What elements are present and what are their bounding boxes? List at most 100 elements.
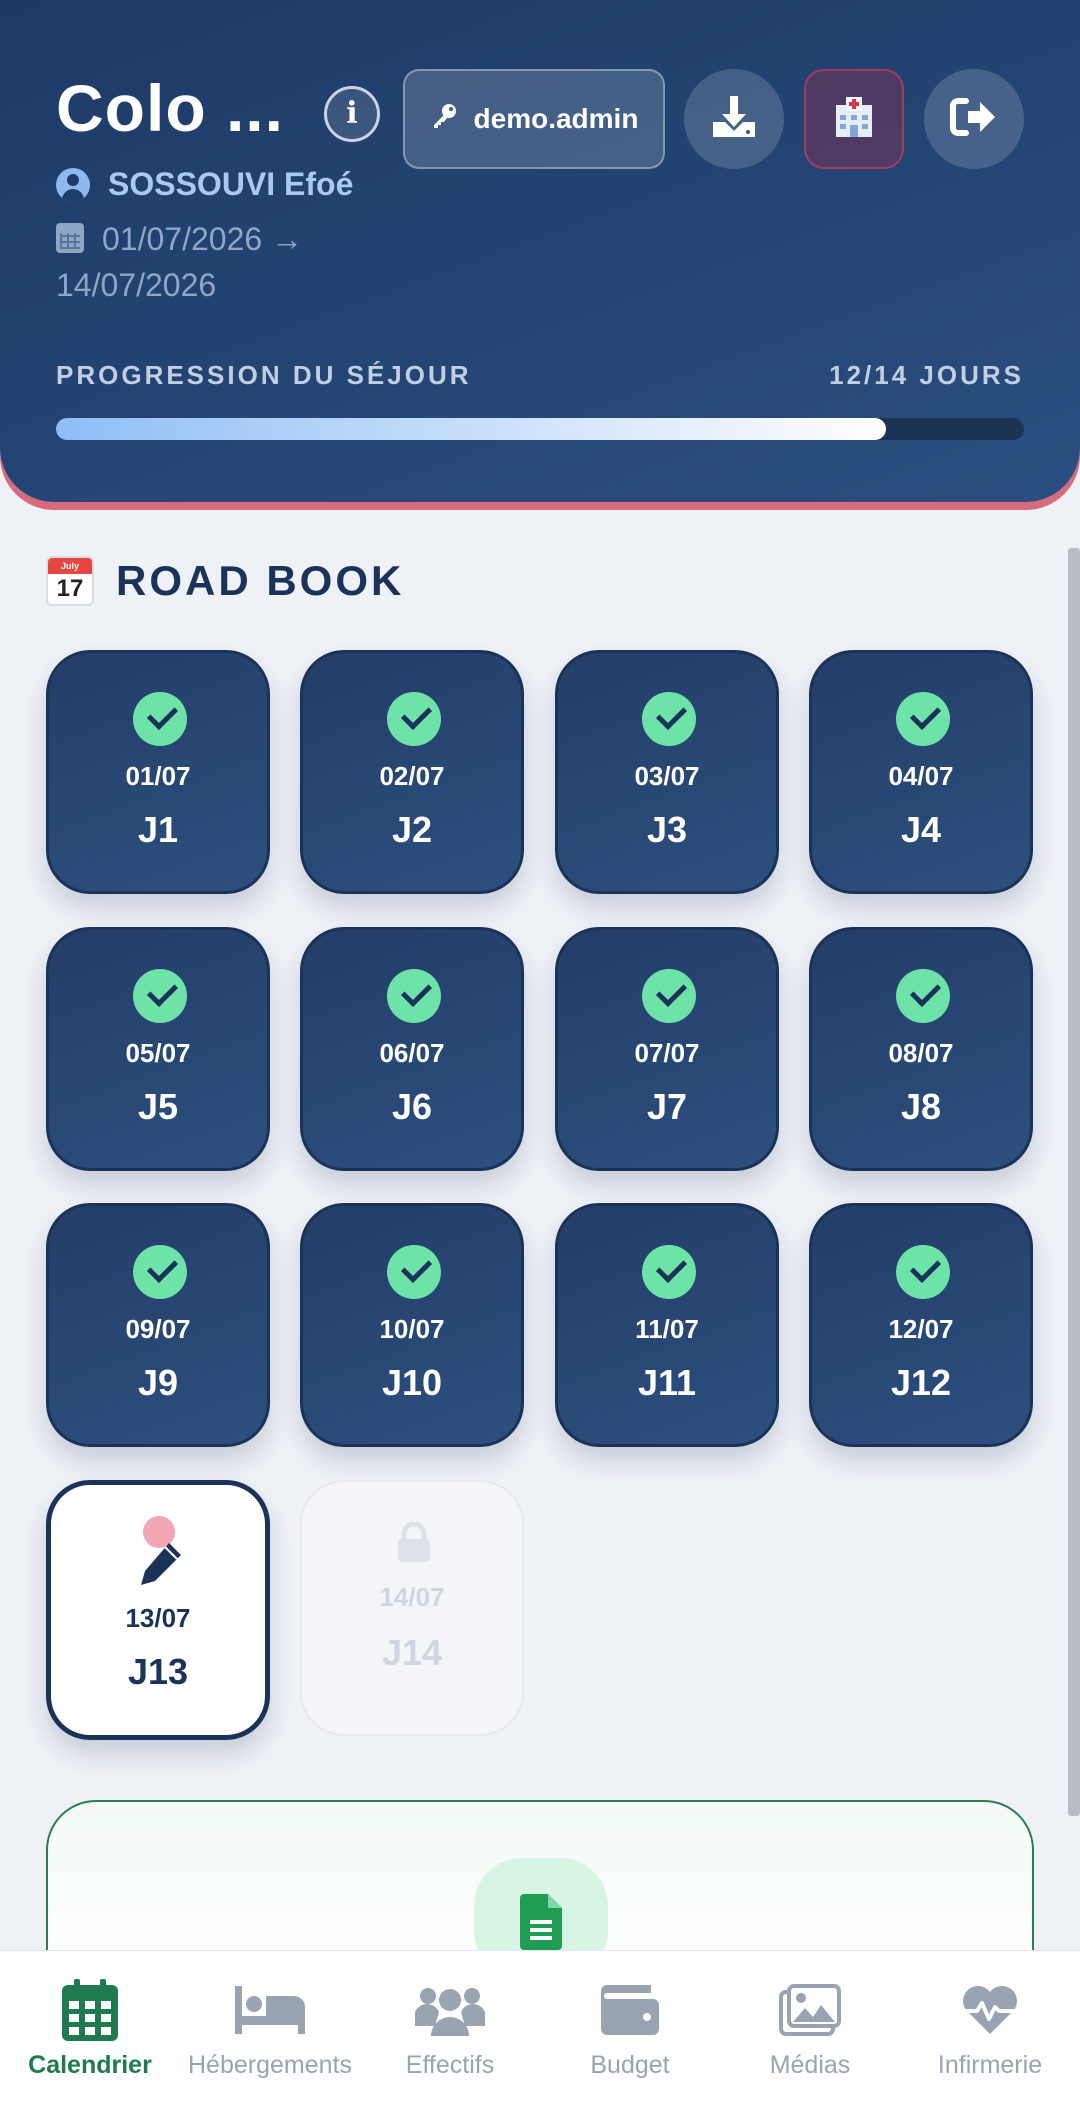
wallet-icon: [601, 1979, 659, 2041]
infirmary-shortcut-button[interactable]: [804, 69, 904, 169]
nav-budget[interactable]: Budget: [540, 1951, 720, 2113]
check-circle-icon: [133, 1245, 187, 1299]
day-label: J3: [646, 809, 688, 850]
check-circle-icon: [896, 969, 950, 1023]
admin-account-button[interactable]: demo.admin: [403, 69, 665, 169]
day-date: 10/07: [379, 1314, 445, 1344]
day-date: 07/07: [634, 1038, 700, 1068]
bottom-navigation: Calendrier Hébergements Effectifs Budget…: [0, 1950, 1080, 2113]
nav-calendrier[interactable]: Calendrier: [0, 1951, 180, 2113]
download-icon: [710, 94, 758, 145]
road-book-heading: July 17 ROAD BOOK: [46, 556, 404, 606]
progress-bar: [56, 418, 1024, 440]
progress-days: 12/14 JOURS: [829, 360, 1024, 390]
day-label: J13: [127, 1651, 189, 1692]
check-circle-icon: [642, 969, 696, 1023]
day-label: J4: [900, 809, 942, 850]
day-label: J10: [381, 1362, 443, 1403]
day-date: 13/07: [125, 1603, 191, 1633]
users-icon: [415, 1979, 485, 2041]
check-circle-icon: [387, 692, 441, 746]
nav-label: Calendrier: [28, 2051, 152, 2079]
date-start: 01/07/2026 →: [102, 221, 304, 257]
day-card-j6[interactable]: 06/07 J6: [300, 927, 524, 1171]
bed-icon: [235, 1979, 305, 2041]
check-circle-icon: [896, 692, 950, 746]
day-date: 05/07: [125, 1038, 191, 1068]
check-circle-icon: [133, 969, 187, 1023]
day-date: 03/07: [634, 761, 700, 791]
user-name: SOSSOUVI Efoé: [108, 166, 354, 202]
day-date: 01/07: [125, 761, 191, 791]
day-date: 06/07: [379, 1038, 445, 1068]
user-circle-icon: [56, 167, 90, 202]
day-card-j2[interactable]: 02/07 J2: [300, 650, 524, 894]
day-card-j14: 14/07 J14: [300, 1480, 524, 1736]
nav-label: Budget: [590, 2051, 670, 2079]
current-user: SOSSOUVI Efoé: [56, 166, 353, 203]
progress-bar-fill: [56, 418, 886, 440]
lock-icon: [396, 1521, 432, 1567]
check-circle-icon: [133, 692, 187, 746]
section-title: ROAD BOOK: [116, 557, 405, 604]
day-card-j3[interactable]: 03/07 J3: [555, 650, 779, 894]
date-end: 14/07/2026: [56, 267, 217, 303]
day-date: 04/07: [888, 761, 954, 791]
day-card-j12[interactable]: 12/07 J12: [809, 1203, 1033, 1447]
day-label: J7: [646, 1086, 688, 1127]
day-card-j11[interactable]: 11/07 J11: [555, 1203, 779, 1447]
day-label: J14: [381, 1632, 443, 1673]
logout-icon: [950, 97, 998, 142]
day-date: 08/07: [888, 1038, 954, 1068]
calendar-icon: [62, 1979, 118, 2041]
check-circle-icon: [896, 1245, 950, 1299]
day-card-j10[interactable]: 10/07 J10: [300, 1203, 524, 1447]
nav-medias[interactable]: Médias: [720, 1951, 900, 2113]
day-date: 02/07: [379, 761, 445, 791]
progress-label: PROGRESSION DU SÉJOUR: [56, 360, 472, 390]
pencil-icon: [139, 1541, 183, 1590]
logout-button[interactable]: [924, 69, 1024, 169]
day-label: J6: [391, 1086, 433, 1127]
day-date: 14/07: [379, 1582, 445, 1612]
day-label: J2: [391, 809, 433, 850]
day-label: J11: [637, 1362, 697, 1403]
day-card-j7[interactable]: 07/07 J7: [555, 927, 779, 1171]
day-label: J12: [890, 1362, 952, 1403]
check-circle-icon: [387, 1245, 441, 1299]
nav-label: Infirmerie: [937, 2051, 1043, 2079]
nav-hebergements[interactable]: Hébergements: [180, 1951, 360, 2113]
day-card-j9[interactable]: 09/07 J9: [46, 1203, 270, 1447]
day-card-j1[interactable]: 01/07 J1: [46, 650, 270, 894]
check-circle-icon: [642, 692, 696, 746]
day-label: J9: [137, 1362, 179, 1403]
nav-label: Médias: [769, 2051, 851, 2079]
heart-pulse-icon: [961, 1979, 1019, 2041]
check-circle-icon: [642, 1245, 696, 1299]
day-card-j8[interactable]: 08/07 J8: [809, 927, 1033, 1171]
info-button[interactable]: i: [324, 86, 380, 142]
day-card-j5[interactable]: 05/07 J5: [46, 927, 270, 1171]
nav-label: Hébergements: [188, 2051, 352, 2079]
nav-infirmerie[interactable]: Infirmerie: [900, 1951, 1080, 2113]
day-date: 09/07: [125, 1314, 191, 1344]
admin-username: demo.admin: [473, 103, 639, 134]
download-button[interactable]: [684, 69, 784, 169]
calendar-small-icon: [56, 223, 84, 253]
stay-dates: 01/07/2026 → 14/07/2026: [56, 216, 386, 308]
calendar-emoji-icon: July 17: [46, 556, 94, 606]
spreadsheet-icon: [520, 1894, 562, 1950]
day-label: J1: [137, 809, 179, 850]
day-date: 12/07: [888, 1314, 954, 1344]
page-title: Colo ...: [56, 71, 284, 145]
nav-effectifs[interactable]: Effectifs: [360, 1951, 540, 2113]
day-card-j13[interactable]: 13/07 J13: [46, 1480, 270, 1740]
day-date: 11/07: [635, 1314, 699, 1344]
day-card-j4[interactable]: 04/07 J4: [809, 650, 1033, 894]
day-label: J5: [137, 1086, 179, 1127]
key-icon: [430, 101, 460, 138]
hospital-icon: [832, 95, 876, 144]
check-circle-icon: [387, 969, 441, 1023]
nav-label: Effectifs: [405, 2051, 495, 2079]
scrollbar[interactable]: [1068, 548, 1080, 1816]
